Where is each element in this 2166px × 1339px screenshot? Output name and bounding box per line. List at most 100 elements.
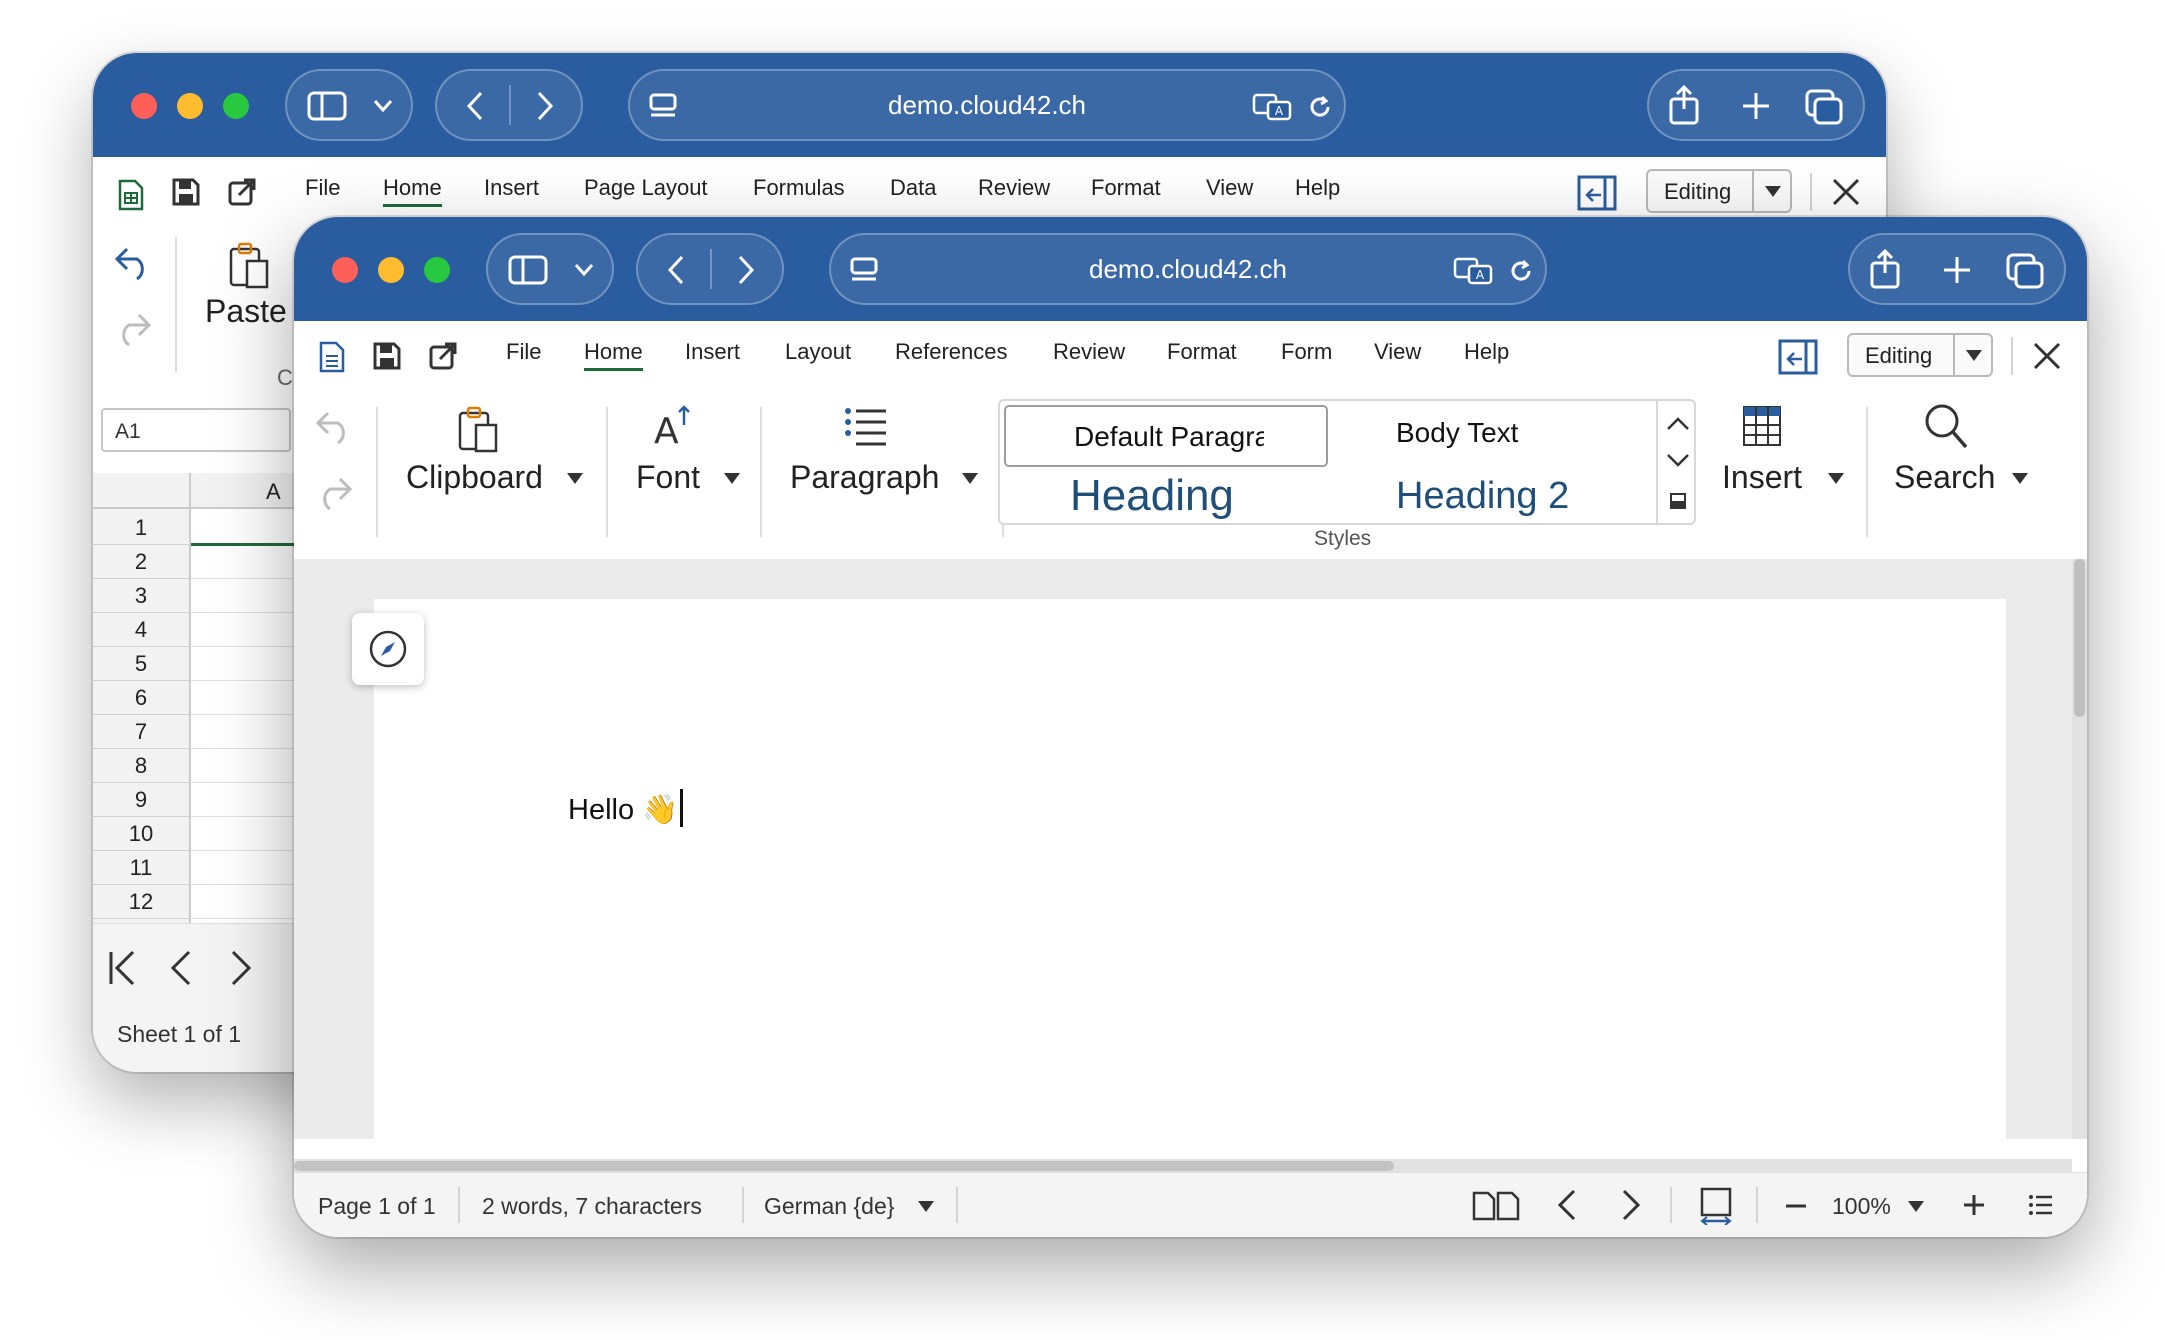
- menu-references[interactable]: References: [895, 339, 1008, 365]
- document-page[interactable]: Hello 👋: [374, 599, 2006, 1199]
- translate-icon[interactable]: A: [1453, 257, 1493, 285]
- list-menu-icon[interactable]: [2028, 1193, 2054, 1217]
- zoom-dropdown-caret[interactable]: [1908, 1201, 1924, 1212]
- next-page-icon[interactable]: [1620, 1189, 1642, 1221]
- paragraph-button[interactable]: Paragraph: [790, 459, 939, 496]
- cell-row[interactable]: [191, 647, 303, 681]
- sidebar-panel-icon[interactable]: [1577, 175, 1617, 211]
- minimize-window-button[interactable]: [378, 257, 404, 283]
- styles-scroll-down-icon[interactable]: [1666, 453, 1690, 469]
- tab-overview-icon[interactable]: [1805, 89, 1843, 125]
- row-header[interactable]: 6: [93, 681, 189, 715]
- share-icon[interactable]: [1868, 249, 1902, 289]
- close-window-button[interactable]: [332, 257, 358, 283]
- previous-sheet-icon[interactable]: [169, 950, 193, 986]
- font-dropdown-caret[interactable]: [724, 473, 740, 484]
- menu-file[interactable]: File: [305, 175, 340, 201]
- close-document-icon[interactable]: [1831, 177, 1861, 207]
- cell-row[interactable]: [191, 715, 303, 749]
- forward-arrow-icon[interactable]: [736, 255, 756, 285]
- cell-row[interactable]: [191, 783, 303, 817]
- cell-row[interactable]: [191, 851, 303, 885]
- style-heading[interactable]: Heading: [1070, 471, 1234, 521]
- search-dropdown-caret[interactable]: [2012, 473, 2028, 484]
- name-box[interactable]: A1: [101, 408, 291, 452]
- save-icon[interactable]: [171, 177, 201, 207]
- sidebar-toggle-button[interactable]: [486, 233, 614, 305]
- row-header[interactable]: 1: [93, 511, 189, 545]
- row-header[interactable]: 10: [93, 817, 189, 851]
- redo-icon[interactable]: [113, 309, 153, 347]
- cell-row[interactable]: [191, 545, 303, 579]
- mode-select[interactable]: Editing: [1646, 169, 1792, 213]
- paste-icon[interactable]: [227, 241, 271, 289]
- menu-file[interactable]: File: [506, 339, 541, 365]
- menu-view[interactable]: View: [1374, 339, 1421, 365]
- multi-page-view-icon[interactable]: [1472, 1191, 1522, 1221]
- first-sheet-icon[interactable]: [107, 950, 139, 986]
- style-body-text[interactable]: Body Text: [1396, 417, 1518, 449]
- row-header[interactable]: 2: [93, 545, 189, 579]
- menu-review[interactable]: Review: [978, 175, 1050, 201]
- sidebar-toggle-button[interactable]: [285, 69, 413, 141]
- styles-scroll-up-icon[interactable]: [1666, 415, 1690, 431]
- clipboard-button[interactable]: Clipboard: [406, 459, 543, 496]
- column-header-a[interactable]: A: [266, 479, 281, 505]
- menu-format[interactable]: Format: [1167, 339, 1237, 365]
- horizontal-scroll-thumb[interactable]: [294, 1161, 1394, 1171]
- row-header[interactable]: 12: [93, 885, 189, 919]
- zoom-in-icon[interactable]: [1962, 1193, 1986, 1217]
- back-arrow-icon[interactable]: [666, 255, 686, 285]
- document-text[interactable]: Hello 👋: [568, 789, 684, 827]
- close-document-icon[interactable]: [2032, 341, 2062, 371]
- menu-layout[interactable]: Layout: [785, 339, 851, 365]
- open-external-icon[interactable]: [428, 341, 458, 371]
- row-header[interactable]: 7: [93, 715, 189, 749]
- font-button[interactable]: Font: [636, 459, 700, 496]
- row-header[interactable]: 11: [93, 851, 189, 885]
- undo-icon[interactable]: [113, 243, 153, 281]
- menu-view[interactable]: View: [1206, 175, 1253, 201]
- clipboard-dropdown-caret[interactable]: [567, 473, 583, 484]
- address-bar[interactable]: demo.cloud42.ch A: [829, 233, 1547, 305]
- tab-overview-icon[interactable]: [2006, 253, 2044, 289]
- menu-format[interactable]: Format: [1091, 175, 1161, 201]
- row-header[interactable]: 3: [93, 579, 189, 613]
- new-tab-icon[interactable]: [1942, 255, 1972, 285]
- new-tab-icon[interactable]: [1741, 91, 1771, 121]
- language-dropdown-caret[interactable]: [918, 1201, 934, 1212]
- paragraph-dropdown-caret[interactable]: [962, 473, 978, 484]
- menu-data[interactable]: Data: [890, 175, 936, 201]
- zoom-level[interactable]: 100%: [1832, 1193, 1891, 1220]
- row-header[interactable]: 5: [93, 647, 189, 681]
- menu-home[interactable]: Home: [584, 339, 643, 371]
- undo-icon[interactable]: [314, 407, 354, 445]
- menu-home[interactable]: Home: [383, 175, 442, 207]
- style-heading-2[interactable]: Heading 2: [1396, 475, 1569, 518]
- zoom-window-button[interactable]: [424, 257, 450, 283]
- save-icon[interactable]: [372, 341, 402, 371]
- open-external-icon[interactable]: [227, 177, 257, 207]
- reload-icon[interactable]: [1306, 93, 1334, 121]
- reload-icon[interactable]: [1507, 257, 1535, 285]
- zoom-out-icon[interactable]: [1784, 1203, 1808, 1209]
- row-header[interactable]: 9: [93, 783, 189, 817]
- menu-help[interactable]: Help: [1295, 175, 1340, 201]
- redo-icon[interactable]: [314, 473, 354, 511]
- menu-page-layout[interactable]: Page Layout: [584, 175, 708, 201]
- fit-width-icon[interactable]: [1698, 1187, 1734, 1225]
- menu-formulas[interactable]: Formulas: [753, 175, 845, 201]
- style-default-paragraph[interactable]: Default Paragra: [1004, 405, 1328, 467]
- mode-dropdown-button[interactable]: [1752, 171, 1790, 211]
- styles-expand-icon[interactable]: [1670, 493, 1686, 509]
- mode-dropdown-button[interactable]: [1953, 335, 1991, 375]
- cell-row[interactable]: [191, 749, 303, 783]
- vertical-scroll-thumb[interactable]: [2074, 559, 2085, 717]
- row-header[interactable]: 4: [93, 613, 189, 647]
- cell-row[interactable]: [191, 681, 303, 715]
- row-header[interactable]: 8: [93, 749, 189, 783]
- previous-page-icon[interactable]: [1556, 1189, 1578, 1221]
- zoom-window-button[interactable]: [223, 93, 249, 119]
- horizontal-scrollbar[interactable]: [294, 1159, 2072, 1173]
- minimize-window-button[interactable]: [177, 93, 203, 119]
